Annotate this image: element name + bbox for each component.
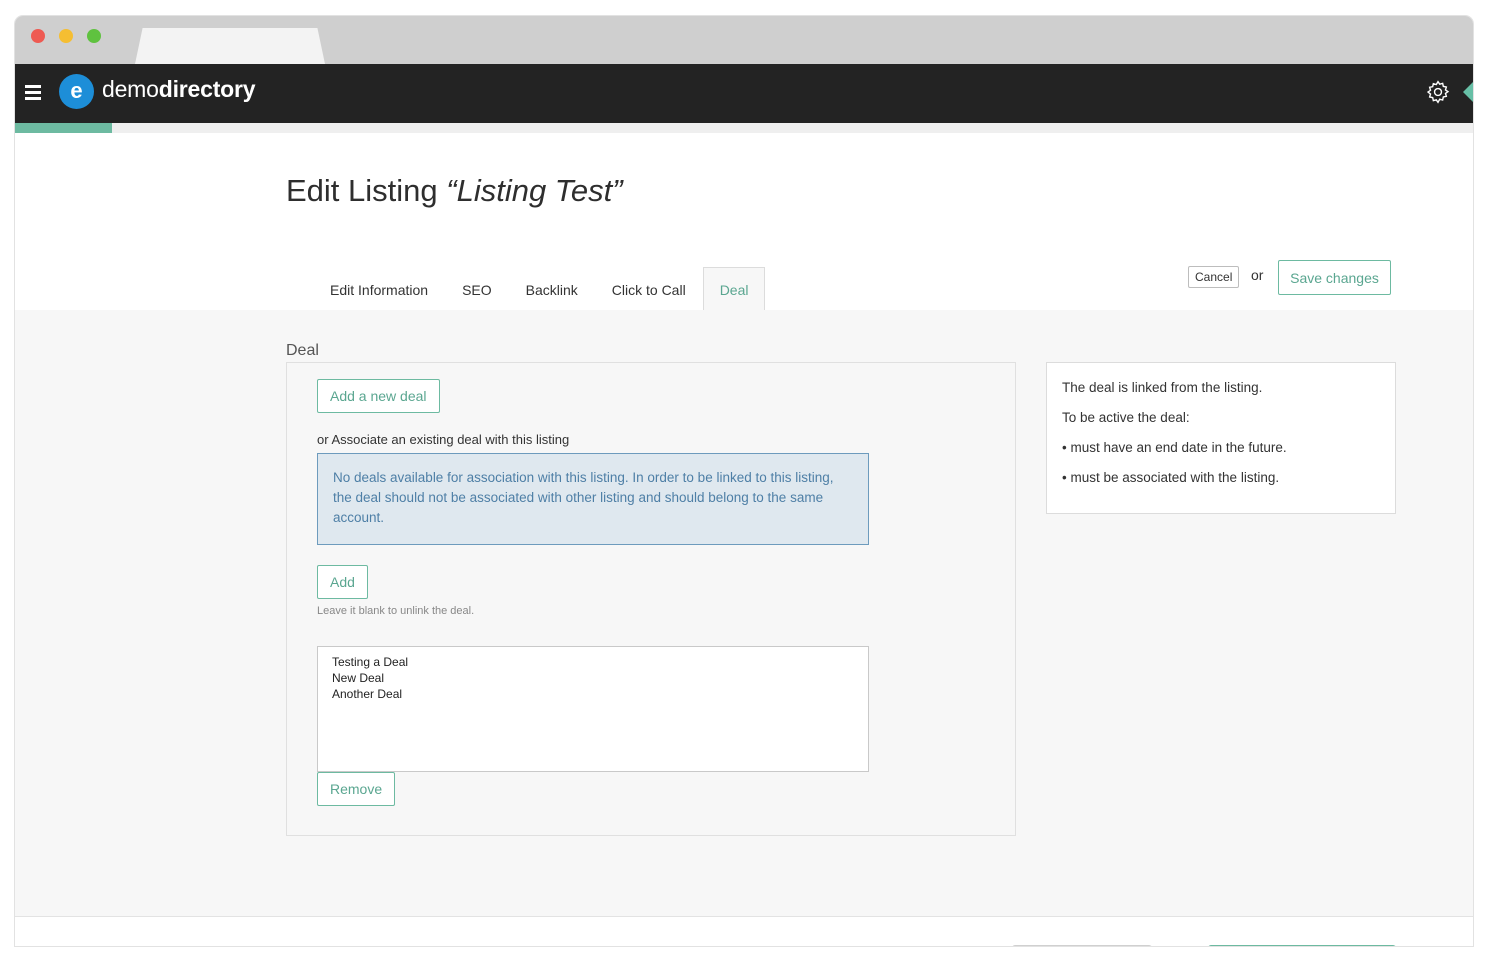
progress-strip <box>15 123 1473 133</box>
list-item[interactable]: New Deal <box>332 670 854 686</box>
gear-icon[interactable] <box>1425 79 1451 105</box>
info-line: • must have an end date in the future. <box>1062 440 1287 455</box>
or-text: or <box>1251 267 1264 283</box>
add-new-deal-button[interactable]: Add a new deal <box>317 379 440 413</box>
browser-window: e demodirectory Edit Listing “Listing Te… <box>15 16 1473 946</box>
page-header: Edit Listing “Listing Test” Edit Informa… <box>15 133 1473 311</box>
deal-panel: Add a new deal or Associate an existing … <box>286 362 1016 836</box>
cancel-button[interactable]: Cancel <box>1188 266 1240 288</box>
brand-name-bold: directory <box>158 76 256 102</box>
list-item[interactable]: Another Deal <box>332 686 854 702</box>
footer-area <box>15 916 1473 946</box>
browser-tab[interactable] <box>135 28 325 64</box>
listing-name: “Listing Test” <box>446 173 623 208</box>
remove-deal-button[interactable]: Remove <box>317 772 396 806</box>
section-title: Deal <box>286 342 319 359</box>
tab-deal[interactable]: Deal <box>702 267 766 310</box>
associate-label: or Associate an existing deal with this … <box>317 432 570 447</box>
tab-bar: Edit Information SEO Backlink Click to C… <box>313 267 766 310</box>
minimize-window-button[interactable] <box>59 29 73 43</box>
top-navbar: e demodirectory <box>15 64 1473 123</box>
tab-edit-information[interactable]: Edit Information <box>313 267 445 309</box>
hamburger-icon[interactable] <box>25 85 41 100</box>
brand-name-light: demo <box>102 76 159 102</box>
info-line: To be active the deal: <box>1062 410 1190 425</box>
footer-save-button[interactable] <box>1208 945 1396 946</box>
info-line: • must be associated with the listing. <box>1062 470 1280 485</box>
tab-click-to-call[interactable]: Click to Call <box>595 267 703 309</box>
main-content: Deal Add a new deal or Associate an exis… <box>15 310 1473 916</box>
page-title: Edit Listing “Listing Test” <box>286 173 623 209</box>
close-window-button[interactable] <box>31 29 45 43</box>
add-deal-button[interactable]: Add <box>317 565 368 599</box>
no-deals-alert: No deals available for association with … <box>317 453 869 545</box>
deal-list[interactable]: Testing a Deal New Deal Another Deal <box>317 646 869 772</box>
logo-icon: e <box>59 74 94 109</box>
footer-cancel-button[interactable] <box>1012 945 1152 946</box>
sidebar-toggle-arrow[interactable] <box>1463 82 1473 102</box>
tab-backlink[interactable]: Backlink <box>509 267 595 309</box>
tab-seo[interactable]: SEO <box>445 267 509 309</box>
save-changes-button[interactable]: Save changes <box>1278 260 1391 295</box>
maximize-window-button[interactable] <box>87 29 101 43</box>
brand-name[interactable]: demodirectory <box>102 76 256 103</box>
browser-chrome <box>15 16 1473 64</box>
info-line: The deal is linked from the listing. <box>1062 380 1263 395</box>
progress-fill <box>15 123 112 133</box>
deal-info-box: The deal is linked from the listing. To … <box>1046 362 1396 514</box>
page-title-prefix: Edit Listing <box>286 173 447 208</box>
list-item[interactable]: Testing a Deal <box>332 654 854 670</box>
unlink-hint: Leave it blank to unlink the deal. <box>317 605 475 617</box>
